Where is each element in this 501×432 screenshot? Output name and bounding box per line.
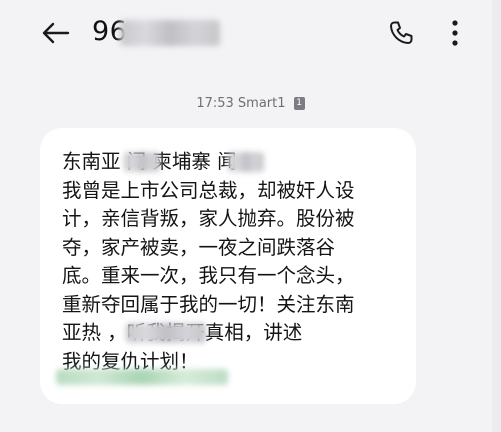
message-time: 17:53: [196, 96, 234, 111]
message-body: 东南亚 闻 柬埔寨 闻 我曾是上市公司总裁，却被奸人设 计，亲信背叛，家人抛弃。…: [62, 148, 402, 376]
redacted-text: [228, 152, 264, 172]
redacted-text: [126, 323, 206, 343]
message-line: 底。重来一次，我只有一个念头，: [62, 264, 355, 287]
scroll-edge: [492, 0, 501, 432]
call-button[interactable]: [384, 16, 418, 50]
message-line: 计，亲信背叛，家人抛弃。股份被: [62, 207, 355, 230]
message-timestamp: 17:53 Smart1 1: [0, 96, 501, 111]
message-line: 我曾是上市公司总裁，却被奸人设: [62, 178, 355, 202]
more-vertical-icon: [452, 20, 458, 46]
arrow-left-icon: [42, 22, 70, 44]
message-line: 重新夺回属于我的一切！关注东南: [62, 292, 355, 316]
carrier-name: Smart1: [237, 96, 286, 111]
back-button[interactable]: [38, 18, 72, 48]
phone-icon: [390, 21, 413, 44]
sim-badge: 1: [293, 97, 305, 110]
sms-conversation-screen: 96 17:53 Smart1 1 东南亚 闻 柬埔寨 闻 我曾是上市公司总裁，…: [0, 0, 501, 432]
redacted-link[interactable]: [56, 369, 228, 385]
message-line: 亚热 ，听我揭开真相，讲述: [62, 321, 302, 344]
redacted-contact-number: [120, 20, 220, 46]
message-bubble[interactable]: 东南亚 闻 柬埔寨 闻 我曾是上市公司总裁，却被奸人设 计，亲信背叛，家人抛弃。…: [40, 128, 416, 404]
conversation-header: 96: [0, 0, 501, 70]
message-line: 夺，家产被卖，一夜之间跌落谷: [62, 235, 336, 259]
more-options-button[interactable]: [440, 14, 470, 52]
redacted-text: [124, 152, 160, 172]
